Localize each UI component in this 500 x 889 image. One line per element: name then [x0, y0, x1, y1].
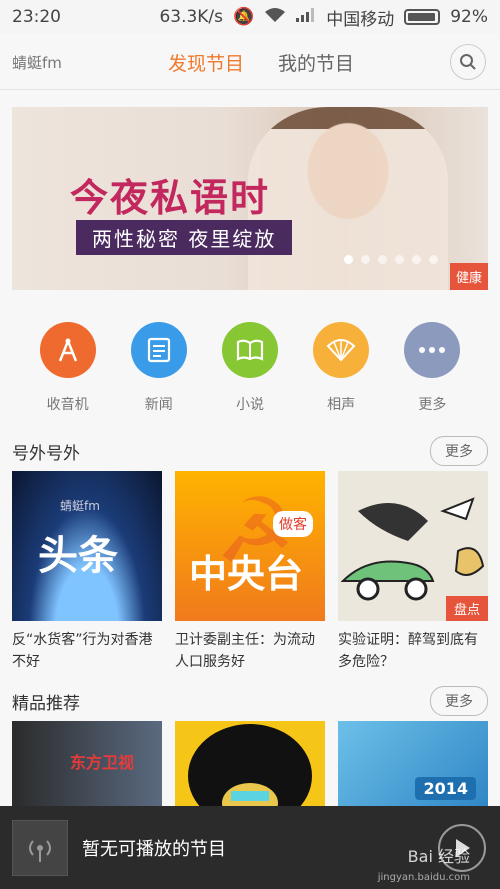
- program-thumbnail: 盘点: [338, 471, 488, 621]
- banner-subtitle: 两性秘密 夜里绽放: [76, 220, 293, 255]
- watermark-url: jingyan.baidu.com: [377, 872, 470, 883]
- thumb-headline: 中央台: [189, 552, 304, 596]
- category-label: 更多: [418, 397, 447, 413]
- app-header: 蜻蜓fm 发现节目 我的节目: [0, 34, 500, 90]
- program-title: 卫计委副主任：为流动人口服务好: [175, 632, 315, 670]
- status-right: 63.3K/s 🔕 中国移动 92%: [159, 5, 488, 30]
- battery-percent: 92%: [450, 7, 488, 27]
- mute-icon: 🔕: [233, 7, 255, 27]
- banner-title: 今夜私语时: [70, 175, 271, 220]
- tab-my-programs[interactable]: 我的节目: [278, 47, 354, 76]
- top-tabs: 发现节目 我的节目: [168, 47, 354, 76]
- thumb-channel: 东方卫视: [70, 753, 135, 772]
- pagination-dot: [429, 255, 438, 264]
- category-news[interactable]: 新闻: [119, 322, 199, 414]
- haowai-grid: 蜻蜓fm 头条 反“水货客”行为对香港不好 ☭ 做客 中央台 卫计委副主任：为流…: [12, 471, 488, 673]
- promo-banner[interactable]: 今夜私语时 两性秘密 夜里绽放 健康: [12, 107, 488, 290]
- status-bar: 23:20 63.3K/s 🔕 中国移动 92%: [0, 0, 500, 34]
- program-thumbnail: 蜻蜓fm 头条: [12, 471, 162, 621]
- pagination-dot: [344, 255, 353, 264]
- pagination-dot: [395, 255, 404, 264]
- app-logo: 蜻蜓fm: [12, 54, 62, 72]
- program-card[interactable]: 蜻蜓fm 头条 反“水货客”行为对香港不好: [12, 471, 162, 673]
- program-card[interactable]: ☭ 做客 中央台 卫计委副主任：为流动人口服务好: [175, 471, 325, 673]
- thumb-logo: 蜻蜓fm: [60, 499, 100, 513]
- player-status-text: 暂无可播放的节目: [82, 838, 226, 860]
- mini-player[interactable]: 暂无可播放的节目 Bai 经验 jingyan.baidu.com: [0, 806, 500, 889]
- category-label: 收音机: [46, 397, 89, 413]
- program-title: 反“水货客”行为对香港不好: [12, 632, 153, 670]
- player-artwork: [12, 819, 68, 876]
- network-speed: 63.3K/s: [159, 7, 224, 27]
- section-title: 号外号外: [12, 443, 80, 464]
- thumb-badge: 做客: [273, 511, 313, 537]
- book-icon: [221, 322, 278, 378]
- more-button[interactable]: 更多: [430, 686, 488, 716]
- radio-wave-icon: [29, 839, 51, 862]
- program-thumbnail: ☭ 做客 中央台: [175, 471, 325, 621]
- fan-icon: [313, 322, 370, 378]
- program-thumbnail: 东方卫视: [12, 721, 162, 811]
- more-icon: [404, 322, 461, 378]
- program-title: 实验证明：醉驾到底有多危险？: [338, 632, 478, 670]
- battery-icon: [404, 9, 441, 25]
- category-label: 新闻: [144, 397, 173, 413]
- section-header-haowai: 号外号外 更多: [12, 436, 488, 466]
- jingpin-grid: 东方卫视 2014: [12, 721, 488, 811]
- pagination-dot: [361, 255, 370, 264]
- category-label: 相声: [327, 397, 356, 413]
- search-button[interactable]: [450, 44, 486, 80]
- category-label: 小说: [235, 397, 264, 413]
- program-card[interactable]: [175, 721, 325, 811]
- tab-discover[interactable]: 发现节目: [168, 47, 244, 76]
- thumb-year: 2014: [415, 777, 476, 800]
- program-thumbnail: 2014: [338, 721, 488, 811]
- section-title: 精品推荐: [12, 693, 80, 714]
- status-time: 23:20: [12, 7, 61, 27]
- program-card[interactable]: 2014: [338, 721, 488, 811]
- news-icon: [130, 322, 187, 378]
- search-icon: [460, 54, 476, 70]
- program-badge: 盘点: [445, 596, 488, 621]
- category-crosstalk[interactable]: 相声: [301, 322, 381, 414]
- radio-icon: [39, 322, 96, 378]
- banner-pagination: [344, 255, 438, 264]
- afro-character-illustration: [188, 724, 312, 811]
- banner-category-tag: 健康: [449, 263, 488, 290]
- more-button[interactable]: 更多: [430, 436, 488, 466]
- signal-icon: [296, 7, 316, 27]
- carrier-name: 中国移动: [326, 9, 395, 30]
- category-row: 收音机 新闻 小说 相声 更多: [0, 322, 500, 414]
- program-card[interactable]: 东方卫视: [12, 721, 162, 811]
- watermark-logo: Bai 经验: [407, 847, 470, 866]
- category-novel[interactable]: 小说: [210, 322, 290, 414]
- wifi-icon: [264, 7, 286, 28]
- pagination-dot: [378, 255, 387, 264]
- section-header-jingpin: 精品推荐 更多: [12, 686, 488, 716]
- thumb-headline: 头条: [38, 533, 118, 579]
- program-card[interactable]: 盘点 实验证明：醉驾到底有多危险？: [338, 471, 488, 673]
- category-radio[interactable]: 收音机: [28, 322, 108, 414]
- program-thumbnail: [175, 721, 325, 811]
- pagination-dot: [412, 255, 421, 264]
- category-more[interactable]: 更多: [392, 322, 472, 414]
